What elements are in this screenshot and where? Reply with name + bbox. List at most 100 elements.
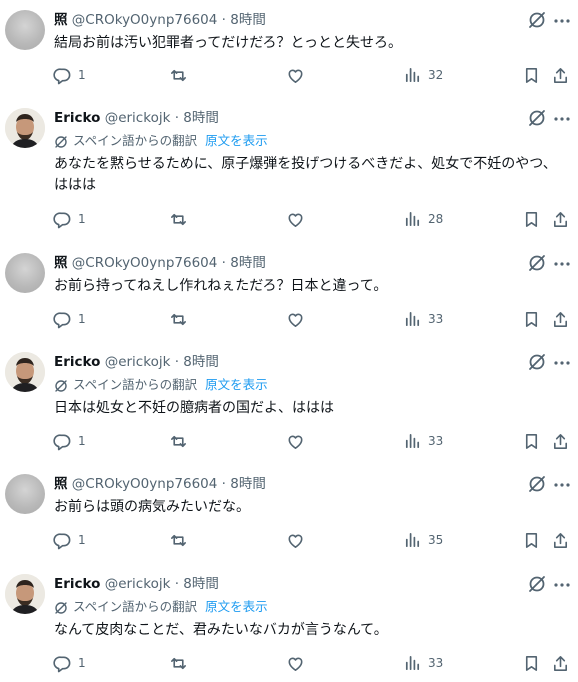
more-options-icon[interactable] xyxy=(552,575,572,595)
share-icon xyxy=(553,433,568,449)
grok-icon[interactable] xyxy=(527,574,547,594)
display-name[interactable]: Ericko xyxy=(54,110,100,126)
bookmark-icon xyxy=(525,532,538,548)
display-name[interactable]: Ericko xyxy=(54,576,100,592)
separator-dot: · xyxy=(174,110,179,126)
avatar[interactable] xyxy=(5,352,45,392)
grok-icon[interactable] xyxy=(527,10,547,30)
separator-dot: · xyxy=(221,476,226,492)
tweet-text: お前ら持ってねえし作れねぇただろ？日本と違って。 xyxy=(54,278,388,294)
views-button[interactable]: 33 xyxy=(403,308,443,330)
tweet[interactable]: 照 @CROkyO0ynp76604 · 8時間 お前ら持ってねえし作れねぇただ… xyxy=(0,253,578,333)
grok-icon[interactable] xyxy=(527,474,547,494)
retweet-button[interactable] xyxy=(169,208,194,230)
display-name[interactable]: 照 xyxy=(54,476,68,492)
reply-icon xyxy=(53,311,71,328)
views-button[interactable]: 33 xyxy=(403,430,443,452)
reply-button[interactable]: 1 xyxy=(53,430,86,452)
action-bar: 1 33 xyxy=(0,308,578,330)
display-name[interactable]: 照 xyxy=(54,12,68,28)
avatar-photo xyxy=(5,108,45,148)
avatar[interactable] xyxy=(5,474,45,514)
show-original-link[interactable]: 原文を表示 xyxy=(205,133,268,148)
views-icon xyxy=(405,532,420,547)
share-icon xyxy=(553,655,568,671)
share-button[interactable] xyxy=(551,64,570,86)
views-button[interactable]: 32 xyxy=(403,64,443,86)
action-bar: 1 28 xyxy=(0,208,578,230)
handle[interactable]: @erickojk xyxy=(105,110,171,126)
like-button[interactable] xyxy=(286,529,311,551)
bookmark-button[interactable] xyxy=(522,64,541,86)
views-button[interactable]: 28 xyxy=(403,208,443,230)
more-options-icon[interactable] xyxy=(552,11,572,31)
timestamp[interactable]: 8時間 xyxy=(183,576,219,592)
bookmark-button[interactable] xyxy=(522,208,541,230)
translation-note: スペイン語からの翻訳 原文を表示 xyxy=(54,597,268,617)
more-options-icon[interactable] xyxy=(552,109,572,129)
more-options-icon[interactable] xyxy=(552,254,572,274)
timestamp[interactable]: 8時間 xyxy=(230,12,266,28)
tweet[interactable]: Ericko @erickojk · 8時間 スペイン語からの翻訳 原文を表示 日… xyxy=(0,352,578,454)
grok-icon[interactable] xyxy=(527,108,547,128)
more-options-icon[interactable] xyxy=(552,475,572,495)
like-button[interactable] xyxy=(286,208,311,230)
grok-icon[interactable] xyxy=(527,352,547,372)
bookmark-icon xyxy=(525,655,538,671)
bookmark-button[interactable] xyxy=(522,308,541,330)
retweet-button[interactable] xyxy=(169,308,194,330)
reply-button[interactable]: 1 xyxy=(53,208,86,230)
avatar[interactable] xyxy=(5,108,45,148)
handle[interactable]: @CROkyO0ynp76604 xyxy=(72,255,218,271)
avatar[interactable] xyxy=(5,253,45,293)
display-name[interactable]: Ericko xyxy=(54,354,100,370)
timestamp[interactable]: 8時間 xyxy=(230,476,266,492)
views-button[interactable]: 35 xyxy=(403,529,443,551)
display-name[interactable]: 照 xyxy=(54,255,68,271)
like-button[interactable] xyxy=(286,430,311,452)
tweet[interactable]: Ericko @erickojk · 8時間 スペイン語からの翻訳 原文を表示 あ… xyxy=(0,108,578,233)
share-button[interactable] xyxy=(551,652,570,674)
retweet-button[interactable] xyxy=(169,529,194,551)
avatar[interactable] xyxy=(5,574,45,614)
retweet-icon xyxy=(171,435,186,447)
bookmark-button[interactable] xyxy=(522,529,541,551)
like-button[interactable] xyxy=(286,64,311,86)
view-count: 33 xyxy=(428,312,444,326)
tweet[interactable]: Ericko @erickojk · 8時間 スペイン語からの翻訳 原文を表示 な… xyxy=(0,574,578,676)
reply-button[interactable]: 1 xyxy=(53,308,86,330)
like-button[interactable] xyxy=(286,652,311,674)
reply-button[interactable]: 1 xyxy=(53,652,86,674)
retweet-button[interactable] xyxy=(169,652,194,674)
handle[interactable]: @CROkyO0ynp76604 xyxy=(72,12,218,28)
bookmark-button[interactable] xyxy=(522,652,541,674)
share-button[interactable] xyxy=(551,529,570,551)
timestamp[interactable]: 8時間 xyxy=(183,354,219,370)
show-original-link[interactable]: 原文を表示 xyxy=(205,599,268,614)
view-count: 28 xyxy=(428,212,444,226)
grok-icon[interactable] xyxy=(527,253,547,273)
bookmark-icon xyxy=(525,311,538,327)
timestamp[interactable]: 8時間 xyxy=(230,255,266,271)
reply-button[interactable]: 1 xyxy=(53,529,86,551)
timestamp[interactable]: 8時間 xyxy=(183,110,219,126)
handle[interactable]: @erickojk xyxy=(105,354,171,370)
show-original-link[interactable]: 原文を表示 xyxy=(205,377,268,392)
tweet[interactable]: 照 @CROkyO0ynp76604 · 8時間 お前らは頭の病気みたいだな。 … xyxy=(0,474,578,554)
tweet[interactable]: 照 @CROkyO0ynp76604 · 8時間 結局お前は汚い犯罪者ってだけだ… xyxy=(0,10,578,90)
reply-button[interactable]: 1 xyxy=(53,64,86,86)
share-button[interactable] xyxy=(551,208,570,230)
like-button[interactable] xyxy=(286,308,311,330)
translate-icon xyxy=(55,379,67,392)
retweet-button[interactable] xyxy=(169,64,194,86)
more-options-icon[interactable] xyxy=(552,353,572,373)
handle[interactable]: @erickojk xyxy=(105,576,171,592)
handle[interactable]: @CROkyO0ynp76604 xyxy=(72,476,218,492)
retweet-button[interactable] xyxy=(169,430,194,452)
share-button[interactable] xyxy=(551,430,570,452)
avatar[interactable] xyxy=(5,10,45,50)
view-count: 33 xyxy=(428,434,444,448)
views-button[interactable]: 33 xyxy=(403,652,443,674)
bookmark-button[interactable] xyxy=(522,430,541,452)
share-button[interactable] xyxy=(551,308,570,330)
